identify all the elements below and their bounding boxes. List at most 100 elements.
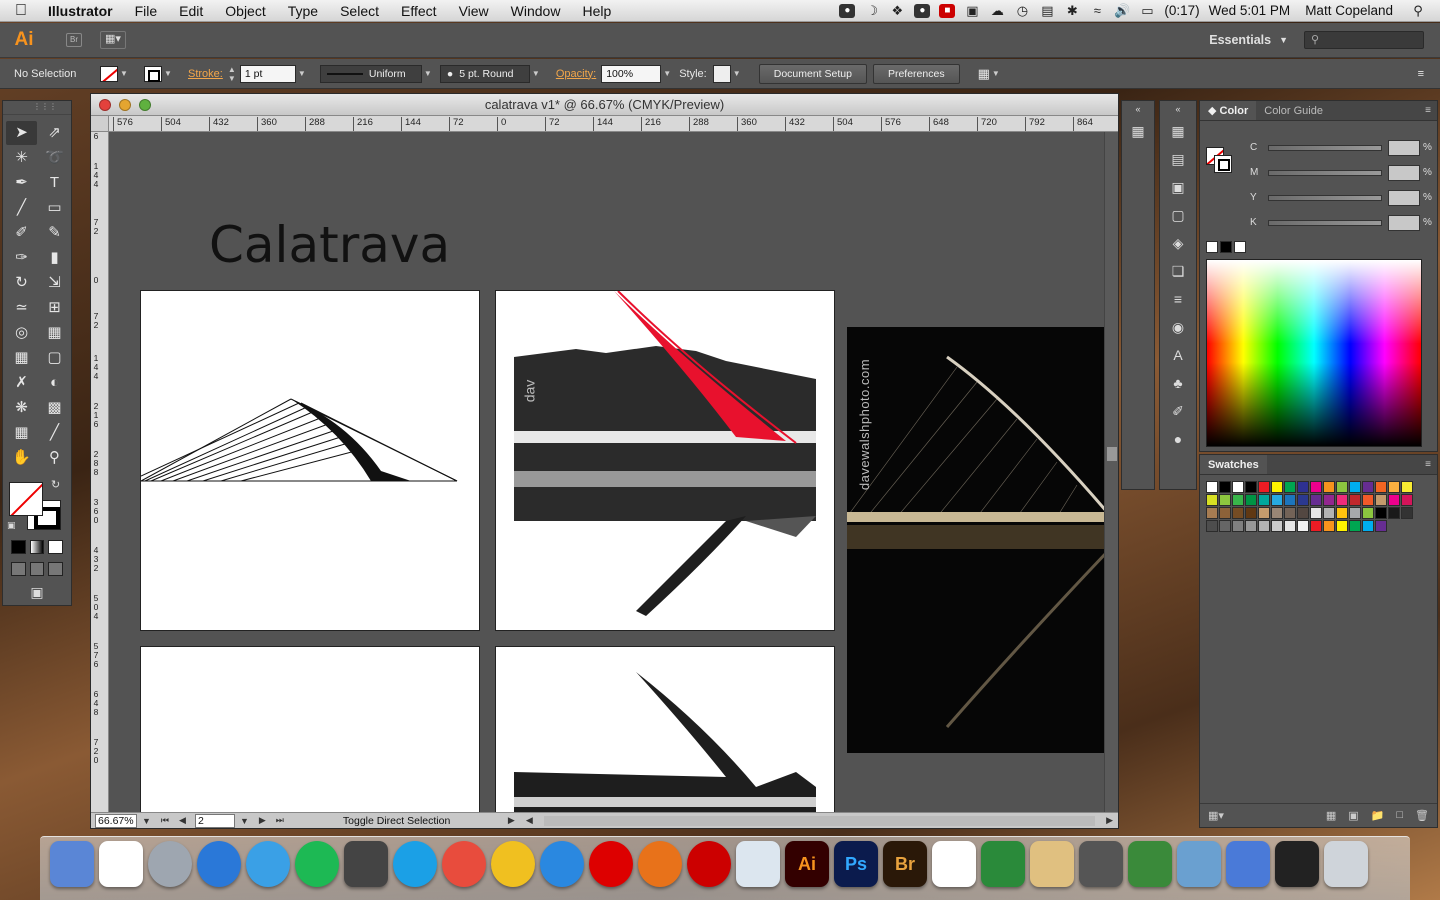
- tab-color[interactable]: ◆ Color: [1200, 101, 1257, 120]
- stroke-panel-link[interactable]: Stroke:: [188, 68, 223, 80]
- color-swatch[interactable]: [1310, 481, 1322, 493]
- black-slider[interactable]: [1268, 219, 1382, 226]
- blob-brush-tool-icon[interactable]: ✑: [6, 246, 37, 270]
- color-mode-button[interactable]: [11, 540, 26, 554]
- color-swatch[interactable]: [1323, 520, 1335, 532]
- dock-preview-icon[interactable]: [736, 841, 780, 887]
- color-swatch[interactable]: [1310, 520, 1322, 532]
- moon-icon[interactable]: ☽: [864, 3, 880, 18]
- yellow-slider[interactable]: [1268, 194, 1382, 201]
- chevron-down-icon[interactable]: ▼: [142, 816, 151, 826]
- color-swatch[interactable]: [1323, 507, 1335, 519]
- align-options-icon[interactable]: ▦: [978, 66, 990, 82]
- dock-skype-icon[interactable]: [393, 841, 437, 887]
- scroll-right-icon[interactable]: ▶: [1106, 815, 1113, 826]
- chevron-down-icon[interactable]: ▼: [162, 69, 174, 78]
- bridge-silhouette-art[interactable]: [496, 647, 835, 812]
- paintbrush-tool-icon[interactable]: ✐: [6, 221, 37, 245]
- slice-tool-icon[interactable]: ╱: [39, 421, 70, 445]
- links-icon[interactable]: ▦: [1122, 117, 1154, 145]
- chevron-down-icon[interactable]: ▼: [296, 69, 308, 78]
- pathfinder-panel-icon[interactable]: ❏: [1160, 257, 1196, 285]
- color-swatch[interactable]: [1284, 494, 1296, 506]
- preferences-button[interactable]: Preferences: [872, 63, 960, 84]
- dock-finder-icon[interactable]: [50, 841, 94, 887]
- artboard-3[interactable]: [140, 646, 480, 812]
- collapse-icon[interactable]: «: [1122, 101, 1154, 117]
- volume-icon[interactable]: 🔊: [1114, 3, 1130, 18]
- swap-fill-stroke-icon[interactable]: ↻: [51, 478, 60, 491]
- vertical-scrollbar[interactable]: [1104, 132, 1118, 812]
- arrange-documents-button[interactable]: ▦▾: [100, 31, 126, 49]
- dock-mind-icon[interactable]: [981, 841, 1025, 887]
- blend-tool-icon[interactable]: ◐: [39, 371, 70, 395]
- draw-normal-button[interactable]: [11, 562, 26, 576]
- menu-select[interactable]: Select: [329, 3, 390, 19]
- dock-calendar-icon[interactable]: [99, 841, 143, 887]
- minimize-icon[interactable]: [119, 99, 131, 111]
- color-swatch[interactable]: [1336, 507, 1348, 519]
- next-artboard-icon[interactable]: ▶: [259, 815, 266, 826]
- close-icon[interactable]: [99, 99, 111, 111]
- selection-tool-icon[interactable]: ➤: [6, 121, 37, 145]
- yellow-field[interactable]: [1388, 189, 1420, 206]
- gradient-panel-icon[interactable]: ▢: [1160, 201, 1196, 229]
- color-swatch[interactable]: [1349, 507, 1361, 519]
- color-swatch[interactable]: [1284, 507, 1296, 519]
- monitor-icon[interactable]: ▣: [964, 3, 980, 18]
- color-swatch[interactable]: [1323, 494, 1335, 506]
- evernote-icon[interactable]: ●: [839, 3, 856, 18]
- bridge-posterized-art[interactable]: [496, 291, 835, 631]
- color-swatch[interactable]: [1284, 520, 1296, 532]
- artboard-tool-icon[interactable]: ▦: [6, 421, 37, 445]
- workspace-switcher[interactable]: Essentials ▼: [1209, 33, 1288, 47]
- mesh-tool-icon[interactable]: ▦: [6, 346, 37, 370]
- artboard-1[interactable]: [140, 290, 480, 631]
- horizontal-scrollbar[interactable]: [543, 815, 1096, 826]
- scale-tool-icon[interactable]: ⇲: [39, 271, 70, 295]
- color-swatch[interactable]: [1375, 494, 1387, 506]
- color-swatch[interactable]: [1375, 520, 1387, 532]
- rotate-tool-icon[interactable]: ↻: [6, 271, 37, 295]
- warp-tool-icon[interactable]: ≃: [6, 296, 37, 320]
- artboard-4[interactable]: [495, 646, 835, 812]
- color-swatch[interactable]: [1271, 494, 1283, 506]
- color-swatch[interactable]: [1258, 520, 1270, 532]
- dock-launchpad-icon[interactable]: [148, 841, 192, 887]
- color-swatch[interactable]: [1388, 507, 1400, 519]
- black-field[interactable]: [1388, 214, 1420, 231]
- dock-chrome2-icon[interactable]: [1177, 841, 1221, 887]
- scroll-left-icon[interactable]: ◀: [526, 815, 533, 826]
- dock-ai-icon[interactable]: Ai: [785, 841, 829, 887]
- color-swatch[interactable]: [1258, 507, 1270, 519]
- free-transform-tool-icon[interactable]: ⊞: [39, 296, 70, 320]
- last-artboard-icon[interactable]: ⏭: [276, 815, 284, 826]
- pencil-tool-icon[interactable]: ✎: [39, 221, 70, 245]
- color-swatch[interactable]: [1271, 520, 1283, 532]
- perspective-grid-tool-icon[interactable]: ▦: [39, 321, 70, 345]
- color-swatch[interactable]: [1219, 481, 1231, 493]
- color-swatch[interactable]: [1245, 520, 1257, 532]
- document-setup-button[interactable]: Document Setup: [758, 63, 867, 84]
- color-swatch[interactable]: [1388, 481, 1400, 493]
- first-artboard-icon[interactable]: ⏮: [161, 815, 169, 826]
- color-swatch[interactable]: [1362, 494, 1374, 506]
- color-swatch[interactable]: [1271, 507, 1283, 519]
- color-swatch[interactable]: [1206, 507, 1218, 519]
- status-menu-icon[interactable]: ▶: [508, 815, 515, 826]
- fill-box[interactable]: [9, 482, 43, 516]
- ruler-origin[interactable]: [91, 116, 109, 132]
- variable-width-profile[interactable]: Uniform: [319, 64, 422, 83]
- color-swatch[interactable]: [1219, 494, 1231, 506]
- color-swatch[interactable]: [1271, 481, 1283, 493]
- draw-inside-button[interactable]: [48, 562, 64, 576]
- color-swatch[interactable]: [1297, 494, 1309, 506]
- color-swatch[interactable]: [1310, 494, 1322, 506]
- dock-steam-icon[interactable]: [344, 841, 388, 887]
- zoom-icon[interactable]: [139, 99, 151, 111]
- color-swatch[interactable]: [1245, 481, 1257, 493]
- appearance-panel-icon[interactable]: ◉: [1160, 313, 1196, 341]
- dock-chrome-icon[interactable]: [442, 841, 486, 887]
- menu-view[interactable]: View: [448, 3, 500, 19]
- white-swatch[interactable]: [1234, 241, 1246, 253]
